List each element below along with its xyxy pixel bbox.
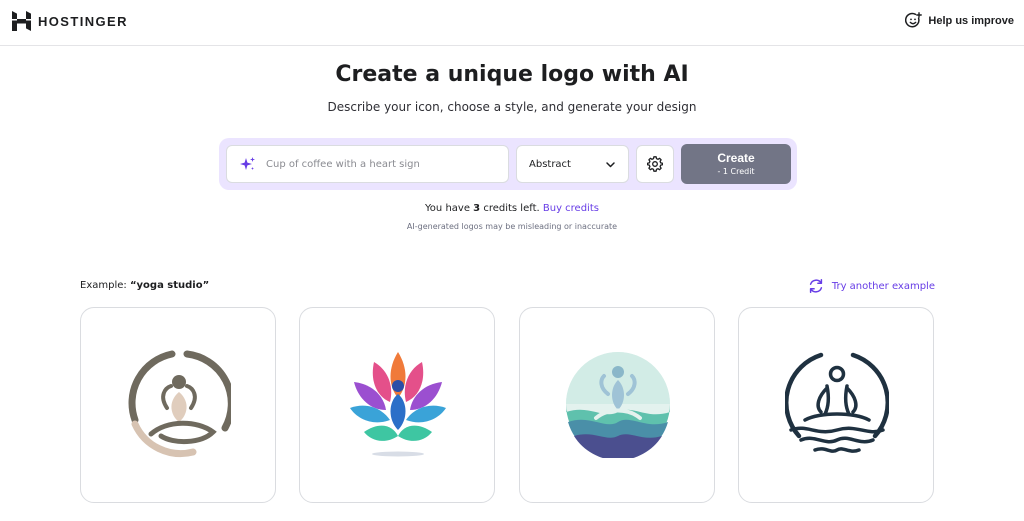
- example-label: Example:: [80, 280, 127, 291]
- meditation-line-logo: [785, 352, 889, 453]
- try-another-example-button[interactable]: Try another example: [808, 278, 935, 294]
- example-logo-card-3[interactable]: [519, 307, 715, 503]
- logo-generator-panel: Abstract Create - 1 Credit: [219, 138, 797, 190]
- ai-disclaimer: AI-generated logos may be misleading or …: [406, 222, 618, 231]
- credits-prefix: You have: [425, 203, 470, 214]
- yoga-pose-circle-logo: [128, 350, 231, 458]
- refresh-icon: [809, 279, 822, 293]
- brand-name: HOSTINGER: [38, 13, 128, 29]
- top-bar: HOSTINGER Help us improve: [0, 0, 1024, 46]
- example-caption: Example: “yoga studio”: [80, 280, 209, 291]
- credits-status: You have 3 credits left. Buy credits: [0, 203, 1024, 214]
- page-title: Create a unique logo with AI: [335, 62, 689, 87]
- sparkle-icon: [240, 156, 255, 170]
- buy-credits-link[interactable]: Buy credits: [543, 203, 599, 214]
- brand[interactable]: HOSTINGER: [12, 11, 128, 31]
- gear-icon: [647, 156, 663, 172]
- example-query: “yoga studio”: [129, 280, 210, 291]
- help-us-improve-button[interactable]: Help us improve: [905, 12, 1014, 29]
- settings-button[interactable]: [636, 145, 674, 183]
- help-us-improve-label: Help us improve: [928, 14, 1014, 27]
- try-another-example-label: Try another example: [831, 280, 935, 292]
- create-button-label: Create: [717, 151, 755, 165]
- create-button-cost: - 1 Credit: [717, 167, 755, 176]
- prompt-input[interactable]: [266, 158, 496, 170]
- lotus-meditation-logo: [350, 352, 446, 457]
- page-subtitle: Describe your icon, choose a style, and …: [327, 100, 697, 114]
- style-dropdown-value: Abstract: [529, 158, 571, 170]
- credits-count: 3: [473, 203, 481, 214]
- hostinger-logo-icon: [12, 11, 31, 31]
- credits-suffix: credits left.: [483, 203, 540, 214]
- yoga-waves-badge-logo: [566, 352, 670, 458]
- example-logo-card-1[interactable]: [80, 307, 276, 503]
- example-logo-card-2[interactable]: [299, 307, 495, 503]
- style-dropdown[interactable]: Abstract: [516, 145, 629, 183]
- chevron-down-icon: [606, 161, 615, 167]
- create-button[interactable]: Create - 1 Credit: [681, 144, 791, 184]
- smiley-plus-icon: [905, 12, 923, 28]
- example-logo-card-4[interactable]: [738, 307, 934, 503]
- prompt-field[interactable]: [226, 145, 509, 183]
